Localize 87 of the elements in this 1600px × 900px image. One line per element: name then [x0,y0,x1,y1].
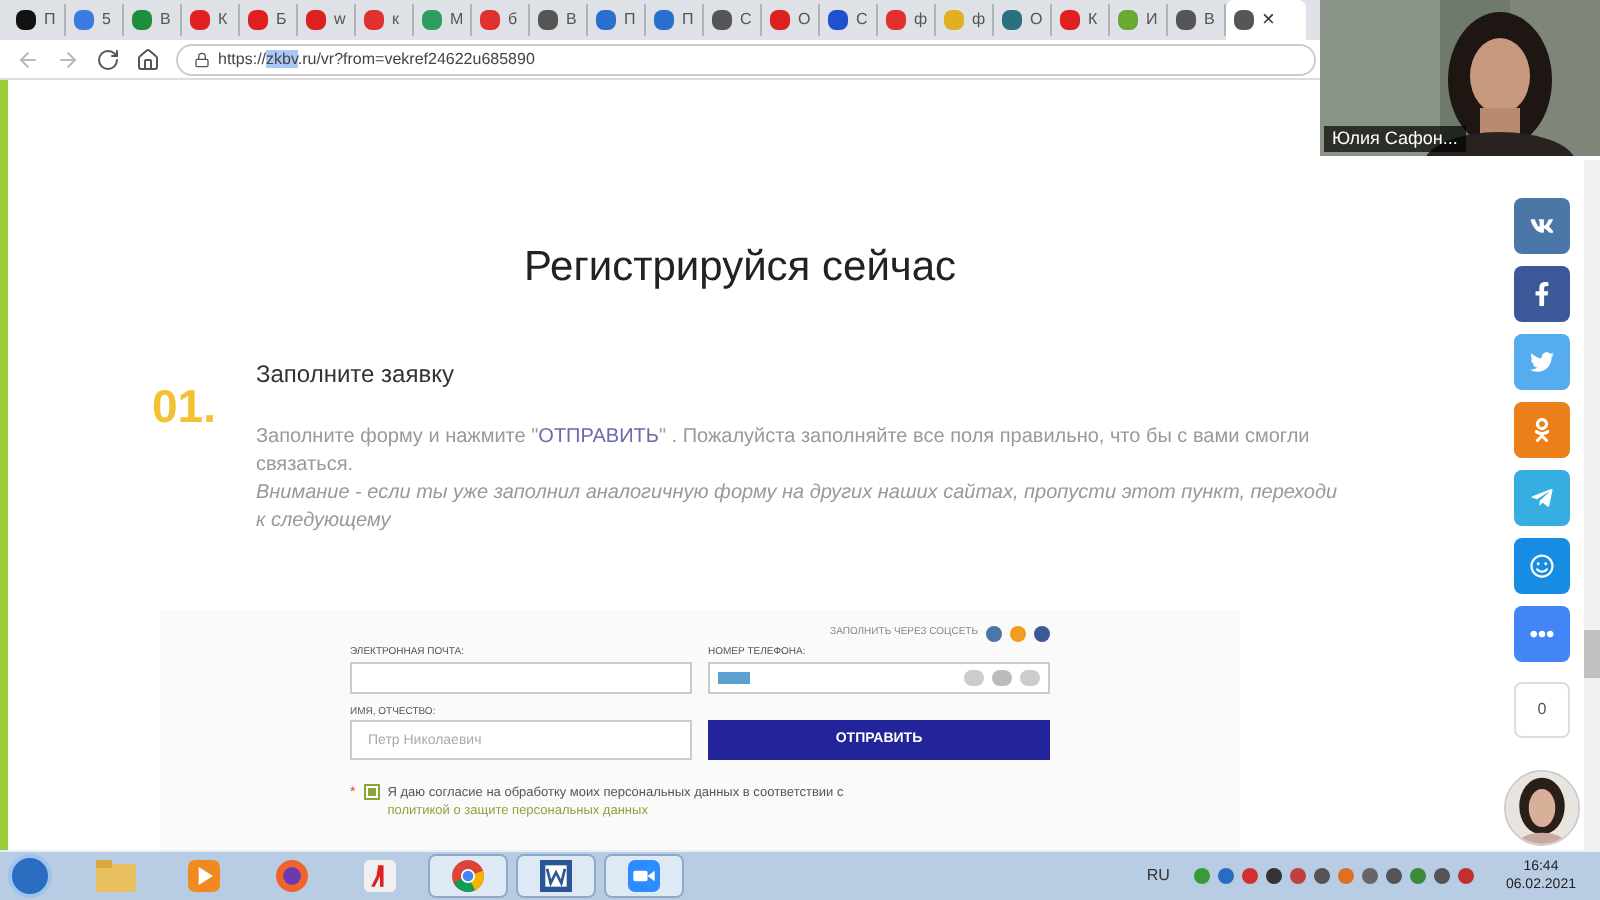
tab-title: И [1146,8,1158,32]
tab-title: К [1088,8,1098,32]
tab-title: В [160,8,171,32]
tab-title: С [740,8,752,32]
share-button[interactable] [1514,538,1570,594]
address-bar[interactable]: https://zkbv.ru/vr?from=vekref24622u685890 [176,43,1316,75]
facebook-icon [1530,282,1554,306]
tab-title: О [1030,8,1043,32]
tab-title: ф [972,8,986,32]
tab-title: П [44,8,56,32]
share-button[interactable] [1514,198,1570,254]
share-button[interactable] [1514,606,1570,662]
tab-title: В [1204,8,1215,32]
play-icon [188,860,220,892]
lock-icon [194,51,210,67]
start-icon[interactable] [8,854,52,898]
browser-tab[interactable]: К [1052,4,1110,36]
tab-title: П [682,8,694,32]
tab-title: w [334,8,346,32]
tab-title: к [392,8,399,32]
step-description: Заполните форму и нажмите "ОТПРАВИТЬ" . Пожалуйста заполняйте все поля правильно, что бы с вами смогли связаться. [255,423,1312,479]
browser-tab[interactable]: М [414,4,472,36]
browser-tab[interactable]: П [646,4,704,36]
tab-title: Б [276,8,287,32]
browser-tab[interactable]: О [762,4,820,36]
browser-tab[interactable]: П [8,4,66,36]
close-tab-button[interactable]: × [1262,9,1275,31]
browser-tab[interactable]: ф [878,4,936,36]
taskbar-app[interactable] [516,854,596,898]
page-heading: Регистрируйся сейчас [523,242,957,294]
flag-icon [718,671,750,683]
browser-tab[interactable]: w [298,4,356,36]
tab-title: М [450,8,464,32]
smile-icon [1530,554,1554,578]
scrollbar[interactable] [1584,160,1600,850]
tab-title: О [798,8,811,32]
email-field[interactable] [350,661,692,693]
tab-title: В [566,8,577,32]
back-icon[interactable] [16,47,40,71]
browser-tab[interactable]: О [994,4,1052,36]
browser-tab[interactable]: И [1110,4,1168,36]
step-number: 01. [152,377,216,435]
browser-tab[interactable]: ф [936,4,994,36]
scrollbar-thumb[interactable] [1584,630,1600,678]
document-icon [540,860,572,892]
consent-checkbox[interactable] [363,784,380,800]
browser-tab[interactable]: К [182,4,240,36]
home-icon[interactable] [136,47,160,71]
browser-tab[interactable]: 5 [66,4,124,36]
tab-title: К [218,8,228,32]
browser-tab[interactable]: П [588,4,646,36]
tab-title: 5 [102,8,111,32]
browser-icon [276,860,308,892]
participant-name: Юлия Сафон... [1324,125,1466,152]
url-text: https://zkbv.ru/vr?from=vekref24622u685890 [218,47,535,71]
forward-icon[interactable] [56,47,80,71]
reload-icon[interactable] [96,47,120,71]
browser-tab[interactable]: × [1226,0,1306,40]
browser-tab[interactable]: б [472,4,530,36]
tab-title: П [624,8,636,32]
chrome-icon [452,860,484,892]
browser-tab[interactable]: В [530,4,588,36]
language-indicator[interactable]: RU [1146,864,1170,888]
browser-tab[interactable]: Б [240,4,298,36]
phone-field[interactable] [708,661,1050,693]
odnoklassniki-icon [1530,418,1554,442]
browser-icon [364,860,396,892]
camera-icon [628,860,660,892]
browser-tab[interactable]: к [356,4,414,36]
browser-tab[interactable]: С [704,4,762,36]
taskbar-app[interactable] [604,854,684,898]
tab-title: б [508,8,518,32]
taskbar-app[interactable] [428,854,508,898]
step-title: Заполните заявку [255,357,456,391]
folder-icon [96,860,136,892]
tab-title: ф [914,8,928,32]
social-login-icon[interactable] [1034,626,1050,642]
browser-tab[interactable]: С [820,4,878,36]
vk-icon [1530,214,1554,238]
bird-icon [1530,350,1554,374]
social-login-icon[interactable] [986,626,1002,642]
browser-tab[interactable]: В [124,4,182,36]
share-button[interactable] [1514,266,1570,322]
paper-plane-icon [1530,486,1554,510]
tab-title: С [856,8,868,32]
step-note: Внимание - если ты уже заполнил аналогичную форму на других наших сайтах, пропусти этот пункт, переходи к следующему [255,479,1340,535]
share-counter: 0 [1514,682,1570,738]
